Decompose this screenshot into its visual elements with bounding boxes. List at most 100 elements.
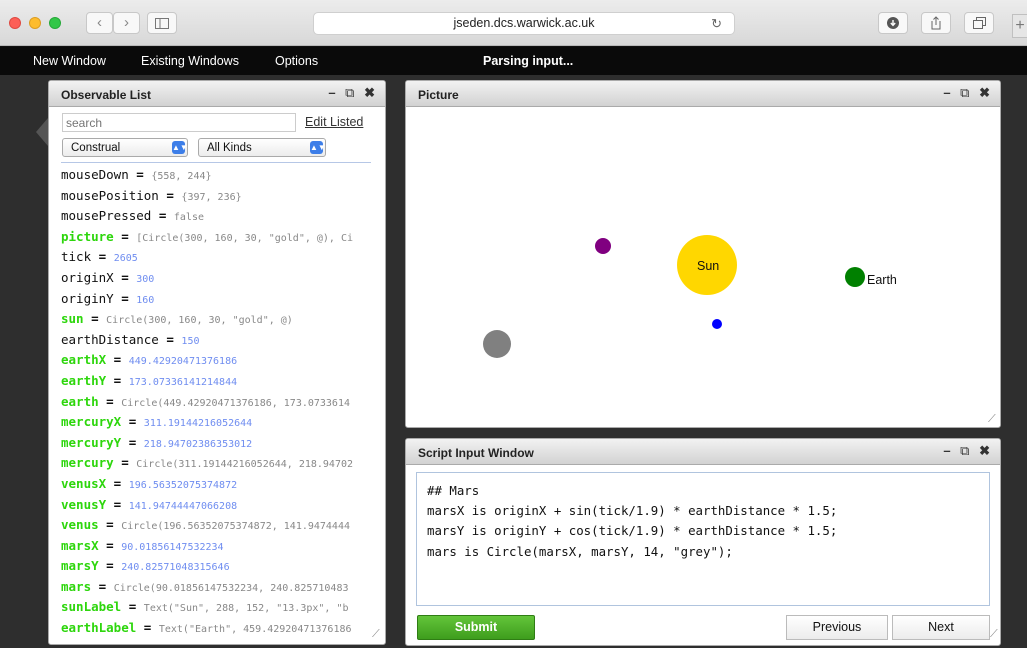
back-button[interactable]: ‹ xyxy=(86,12,113,34)
resize-grip-icon[interactable]: ⟋ xyxy=(988,413,996,425)
download-button[interactable] xyxy=(878,12,908,34)
observable-name[interactable]: mousePressed xyxy=(61,208,151,223)
panel-titlebar[interactable]: Observable List – ⧉ ✖ xyxy=(49,81,385,107)
list-item[interactable]: earthX = 449.42920471376186 xyxy=(61,352,371,373)
observable-name[interactable]: picture xyxy=(61,229,114,244)
zoom-window-button[interactable] xyxy=(49,17,61,29)
minimize-icon[interactable]: – xyxy=(328,85,335,100)
edit-listed-link[interactable]: Edit Listed xyxy=(305,115,363,129)
list-item[interactable]: earthY = 173.07336141214844 xyxy=(61,373,371,394)
observable-value: Text("Earth", 459.42920471376186 xyxy=(158,624,352,636)
equals-sign: = xyxy=(98,517,122,533)
construal-select[interactable]: Construal ▲▼ xyxy=(62,138,188,157)
observable-name[interactable]: mercury xyxy=(61,455,114,470)
observable-name[interactable]: tick xyxy=(61,249,91,264)
list-item[interactable]: mars = Circle(90.01856147532234, 240.825… xyxy=(61,579,371,600)
minimize-icon[interactable]: – xyxy=(943,85,950,100)
search-input[interactable] xyxy=(62,113,296,132)
popout-icon[interactable]: ⧉ xyxy=(345,85,354,100)
list-item[interactable]: originX = 300 xyxy=(61,270,371,291)
equals-sign: = xyxy=(113,228,137,244)
picture-canvas[interactable]: Sun Earth ⟋ xyxy=(406,108,1000,426)
minimize-window-button[interactable] xyxy=(29,17,41,29)
list-item[interactable]: tick = 2605 xyxy=(61,249,371,270)
observable-value: 240.82571048315646 xyxy=(121,562,230,574)
address-bar[interactable]: jseden.dcs.warwick.ac.uk ↻ xyxy=(313,12,735,35)
list-item[interactable]: mousePosition = {397, 236} xyxy=(61,188,371,209)
list-item[interactable]: mouseDown = {558, 244} xyxy=(61,167,371,188)
previous-button[interactable]: Previous xyxy=(786,615,888,640)
observable-name[interactable]: mouseDown xyxy=(61,167,129,182)
observable-name[interactable]: earthLabel xyxy=(61,620,136,635)
observable-name[interactable]: mousePosition xyxy=(61,188,159,203)
list-item[interactable]: earthDistance = 150 xyxy=(61,332,371,353)
observable-name[interactable]: originX xyxy=(61,270,114,285)
tabs-overview-button[interactable] xyxy=(964,12,994,34)
sidebar-toggle-button[interactable] xyxy=(147,12,177,34)
kinds-select[interactable]: All Kinds ▲▼ xyxy=(198,138,326,157)
observable-value: 449.42920471376186 xyxy=(128,356,238,368)
list-item[interactable]: mercuryY = 218.94702386353012 xyxy=(61,435,371,456)
list-item[interactable]: sun = Circle(300, 160, 30, "gold", @) xyxy=(61,311,371,332)
menu-existing-windows[interactable]: Existing Windows xyxy=(141,54,239,68)
side-handle[interactable] xyxy=(36,118,48,146)
panel-titlebar[interactable]: Picture – ⧉ ✖ xyxy=(406,81,1000,107)
observable-name[interactable]: sunLabel xyxy=(61,599,121,614)
observable-name[interactable]: sun xyxy=(61,311,84,326)
list-item[interactable]: venusX = 196.56352075374872 xyxy=(61,476,371,497)
list-item[interactable]: sunLabel = Text("Sun", 288, 152, "13.3px… xyxy=(61,599,371,620)
submit-button[interactable]: Submit xyxy=(417,615,535,640)
list-item[interactable]: originY = 160 xyxy=(61,291,371,312)
observable-name[interactable]: mars xyxy=(61,579,91,594)
resize-grip-icon[interactable]: ⟋ xyxy=(372,628,380,641)
observable-name[interactable]: venusX xyxy=(61,476,106,491)
popout-icon[interactable]: ⧉ xyxy=(960,85,969,100)
list-item[interactable]: mercuryX = 311.19144216052644 xyxy=(61,414,371,435)
list-item[interactable]: earthLabel = Text("Earth", 459.429204713… xyxy=(61,620,371,637)
list-item[interactable]: earth = Circle(449.42920471376186, 173.0… xyxy=(61,394,371,415)
list-item[interactable]: venus = Circle(196.56352075374872, 141.9… xyxy=(61,517,371,538)
observable-name[interactable]: marsX xyxy=(61,538,99,553)
list-item[interactable]: venusY = 141.94744447066208 xyxy=(61,497,371,518)
observable-name[interactable]: mercuryX xyxy=(61,414,121,429)
observable-name[interactable]: venus xyxy=(61,517,99,532)
menu-new-window[interactable]: New Window xyxy=(33,54,106,68)
menu-options[interactable]: Options xyxy=(275,54,318,68)
observable-name[interactable]: originY xyxy=(61,291,114,306)
observable-value: Circle(311.19144216052644, 218.94702 xyxy=(136,459,354,471)
observable-name[interactable]: marsY xyxy=(61,558,99,573)
new-tab-button[interactable]: + xyxy=(1012,14,1027,38)
observable-name[interactable]: venusY xyxy=(61,497,106,512)
observable-name[interactable]: earthX xyxy=(61,352,106,367)
share-button[interactable] xyxy=(921,12,951,34)
observable-value: Circle(90.01856147532234, 240.825710483 xyxy=(113,582,349,594)
equals-sign: = xyxy=(98,537,122,553)
forward-button[interactable]: › xyxy=(113,12,140,34)
list-item[interactable]: marsY = 240.82571048315646 xyxy=(61,558,371,579)
panel-titlebar[interactable]: Script Input Window – ⧉ ✖ xyxy=(406,439,1000,465)
resize-grip-icon[interactable]: ⟋ xyxy=(990,628,998,641)
observable-name[interactable]: earthY xyxy=(61,373,106,388)
popout-icon[interactable]: ⧉ xyxy=(960,443,969,458)
list-item[interactable]: mercury = Circle(311.19144216052644, 218… xyxy=(61,455,371,476)
observable-name[interactable]: earthDistance xyxy=(61,332,159,347)
close-icon[interactable]: ✖ xyxy=(979,85,990,100)
equals-sign: = xyxy=(121,434,144,450)
list-item[interactable]: mousePressed = false xyxy=(61,208,371,229)
close-icon[interactable]: ✖ xyxy=(364,85,375,100)
observable-name[interactable]: earth xyxy=(61,394,99,409)
equals-sign: = xyxy=(113,290,137,306)
observable-value: 218.94702386353012 xyxy=(143,438,253,450)
observable-name[interactable]: mercuryY xyxy=(61,435,121,450)
close-icon[interactable]: ✖ xyxy=(979,443,990,458)
script-editor[interactable]: ## Mars marsX is originX + sin(tick/1.9)… xyxy=(416,472,990,606)
next-button[interactable]: Next xyxy=(892,615,990,640)
reload-icon[interactable]: ↻ xyxy=(711,13,722,34)
close-window-button[interactable] xyxy=(9,17,21,29)
observable-value: [Circle(300, 160, 30, "gold", @), Ci xyxy=(136,232,354,244)
minimize-icon[interactable]: – xyxy=(943,443,950,458)
equals-sign: = xyxy=(98,558,122,574)
list-item[interactable]: picture = [Circle(300, 160, 30, "gold", … xyxy=(61,229,371,250)
list-item[interactable]: marsX = 90.01856147532234 xyxy=(61,538,371,559)
equals-sign: = xyxy=(158,331,182,347)
